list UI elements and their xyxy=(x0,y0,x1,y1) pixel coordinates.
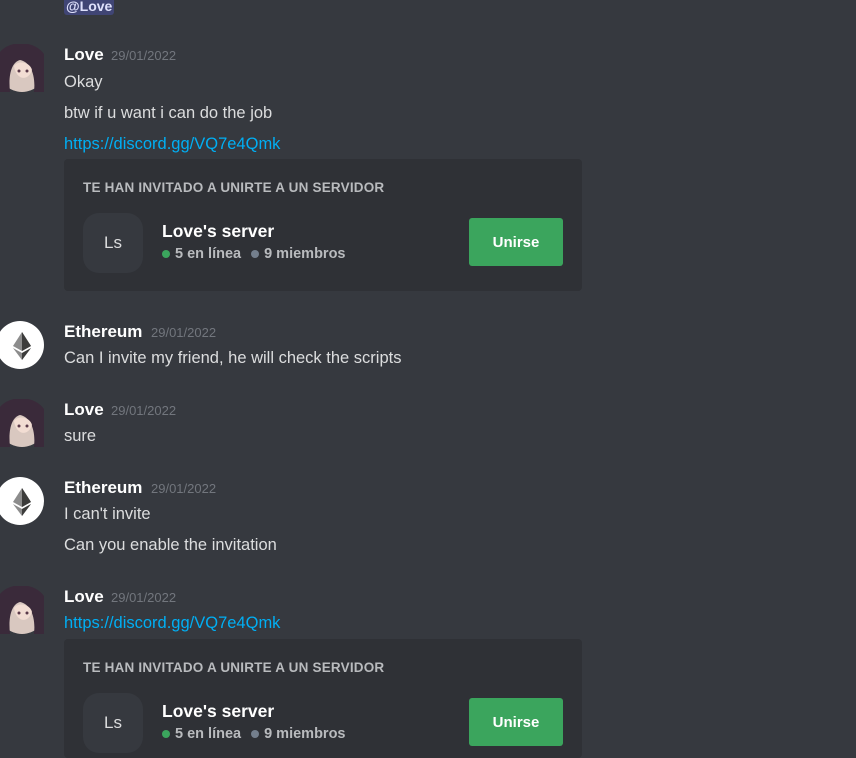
author-name[interactable]: Love xyxy=(64,587,104,607)
timestamp: 29/01/2022 xyxy=(111,403,177,418)
invite-header: TE HAN INVITADO A UNIRTE A UN SERVIDOR xyxy=(83,660,385,675)
avatar-ethereum[interactable] xyxy=(0,477,44,525)
user-mention[interactable]: @Love xyxy=(64,0,115,15)
invite-embed: TE HAN INVITADO A UNIRTE A UN SERVIDOR L… xyxy=(64,159,582,291)
server-icon[interactable]: Ls xyxy=(83,693,143,753)
server-name[interactable]: Love's server xyxy=(162,221,274,242)
avatar-love[interactable] xyxy=(0,44,44,92)
invite-embed: TE HAN INVITADO A UNIRTE A UN SERVIDOR L… xyxy=(64,639,582,758)
member-count: 9 miembros xyxy=(264,246,346,262)
server-stats: 5 en línea 9 miembros xyxy=(162,726,346,742)
server-icon[interactable]: Ls xyxy=(83,213,143,273)
join-button[interactable]: Unirse xyxy=(469,698,563,746)
timestamp: 29/01/2022 xyxy=(151,481,217,496)
members-dot-icon xyxy=(251,730,260,738)
members-dot-icon xyxy=(251,250,260,258)
timestamp: 29/01/2022 xyxy=(111,590,177,605)
avatar-ethereum[interactable] xyxy=(0,321,44,369)
message-text: Can you enable the invitation xyxy=(64,536,277,554)
join-button[interactable]: Unirse xyxy=(469,218,563,266)
server-name[interactable]: Love's server xyxy=(162,701,274,722)
author-name[interactable]: Love xyxy=(64,400,104,420)
timestamp: 29/01/2022 xyxy=(111,48,177,63)
author-name[interactable]: Ethereum xyxy=(64,478,142,498)
member-count: 9 miembros xyxy=(264,726,346,742)
online-count: 5 en línea xyxy=(175,246,242,262)
message-text: btw if u want i can do the job xyxy=(64,104,273,122)
message-text: sure xyxy=(64,427,97,445)
invite-link[interactable]: https://discord.gg/VQ7e4Qmk xyxy=(64,612,280,634)
online-dot-icon xyxy=(162,250,170,258)
timestamp: 29/01/2022 xyxy=(151,325,217,340)
invite-header: TE HAN INVITADO A UNIRTE A UN SERVIDOR xyxy=(83,180,385,195)
avatar-love[interactable] xyxy=(0,586,44,634)
online-dot-icon xyxy=(162,730,170,738)
invite-link[interactable]: https://discord.gg/VQ7e4Qmk xyxy=(64,133,280,155)
message-text: Can I invite my friend, he will check th… xyxy=(64,349,402,367)
author-name[interactable]: Ethereum xyxy=(64,322,142,342)
message-text: I can't invite xyxy=(64,505,151,523)
server-stats: 5 en línea 9 miembros xyxy=(162,246,346,262)
author-name[interactable]: Love xyxy=(64,45,104,65)
online-count: 5 en línea xyxy=(175,726,242,742)
message-text: Okay xyxy=(64,73,103,91)
avatar-love[interactable] xyxy=(0,399,44,447)
